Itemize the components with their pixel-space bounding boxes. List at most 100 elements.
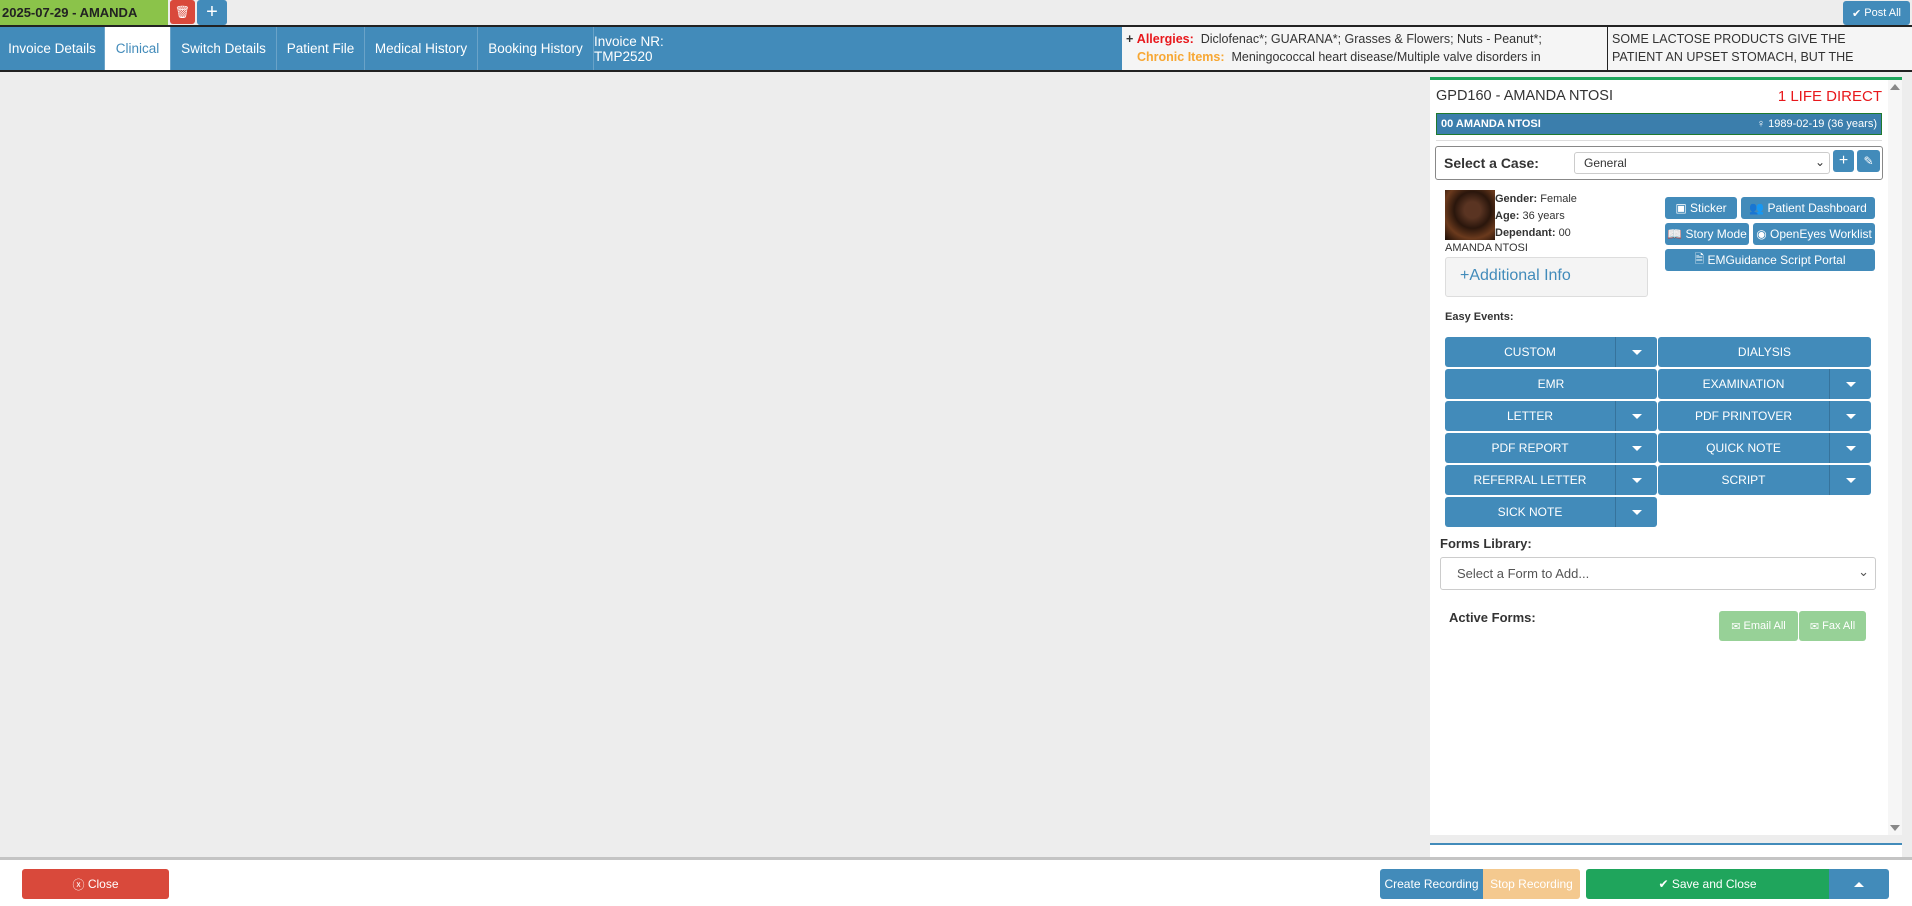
eye-icon: ◉ (1756, 227, 1770, 241)
case-label: Select a Case: (1444, 155, 1539, 171)
easy-event-label: PDF PRINTOVER (1694, 409, 1793, 423)
easy-event-examination[interactable]: EXAMINATION (1658, 369, 1871, 399)
easy-event-label: SCRIPT (1721, 473, 1766, 487)
stop-recording-button[interactable]: Stop Recording (1483, 869, 1580, 899)
email-all-label: Email All (1743, 620, 1786, 632)
emguidance-button[interactable]: 🗎 EMGuidance Script Portal (1665, 249, 1875, 271)
additional-info-label: Additional Info (1469, 267, 1571, 284)
caret-down-icon[interactable] (1829, 433, 1871, 463)
tab-booking-history[interactable]: Booking History (478, 27, 594, 70)
easy-event-quick-note[interactable]: QUICK NOTE (1658, 433, 1871, 463)
patient-title: GPD160 - AMANDA NTOSI (1436, 88, 1614, 104)
file-icon: 🗎 (1694, 251, 1708, 266)
openeyes-label: OpenEyes Worklist (1770, 227, 1872, 241)
case-selector: Select a Case: General ⌄ + ✎ (1435, 146, 1883, 180)
trash-icon: 🗑 (174, 5, 191, 19)
patient-dashboard-button[interactable]: 👥 Patient Dashboard (1741, 197, 1875, 219)
scrollbar[interactable] (1888, 80, 1902, 835)
easy-event-referral-letter[interactable]: REFERRAL LETTER (1445, 465, 1657, 495)
save-options-toggle[interactable] (1829, 869, 1889, 899)
scroll-up-icon[interactable] (1890, 84, 1900, 90)
add-session-button[interactable]: + (197, 0, 227, 25)
case-value: General (1584, 156, 1627, 170)
case-select[interactable]: General ⌄ (1574, 152, 1830, 174)
expand-alerts-icon[interactable]: + (1126, 32, 1133, 46)
story-mode-button[interactable]: 📖 Story Mode (1665, 223, 1749, 245)
edit-case-button[interactable]: ✎ (1857, 150, 1880, 172)
easy-events-label: Easy Events: (1445, 311, 1514, 323)
caret-down-icon[interactable] (1615, 337, 1657, 367)
easy-event-custom[interactable]: CUSTOM (1445, 337, 1657, 367)
caret-down-icon[interactable] (1829, 465, 1871, 495)
create-recording-button[interactable]: Create Recording (1380, 869, 1483, 899)
scheme-name: 1 LIFE DIRECT (1777, 88, 1882, 105)
tab-switch-details[interactable]: Switch Details (171, 27, 277, 70)
post-all-label: Post All (1864, 7, 1901, 19)
easy-event-label: SICK NOTE (1497, 505, 1563, 519)
email-all-button[interactable]: ✉ Email All (1719, 611, 1798, 641)
caret-down-icon[interactable] (1829, 401, 1871, 431)
easy-event-label: CUSTOM (1504, 345, 1556, 359)
active-forms-label: Active Forms: (1449, 610, 1536, 625)
session-tab[interactable]: 2025-07-29 - AMANDA (0, 0, 168, 25)
caret-down-icon[interactable] (1615, 497, 1657, 527)
avatar (1445, 190, 1495, 240)
fax-all-button[interactable]: ✉ Fax All (1799, 611, 1866, 641)
users-icon: 👥 (1749, 201, 1768, 215)
patient-dob: 1989-02-19 (36 years) (1768, 118, 1877, 130)
close-label: Close (87, 877, 119, 891)
easy-event-dialysis[interactable]: DIALYSIS (1658, 337, 1871, 367)
tab-invoice-details[interactable]: Invoice Details (0, 27, 105, 70)
check-circle-icon: ✔ (1852, 7, 1862, 20)
forms-library-label: Forms Library: (1440, 536, 1532, 551)
note-line: PATIENT AN UPSET STOMACH, BUT THE (1612, 50, 1854, 64)
easy-event-emr[interactable]: EMR (1445, 369, 1657, 399)
sticker-button[interactable]: ▣ Sticker (1665, 197, 1737, 219)
easy-event-pdf-report[interactable]: PDF REPORT (1445, 433, 1657, 463)
patient-bar: 00 AMANDA NTOSI ♀ 1989-02-19 (36 years) (1436, 113, 1882, 135)
create-recording-label: Create Recording (1384, 877, 1479, 891)
form-select[interactable]: Select a Form to Add... ⌄ (1440, 557, 1876, 590)
save-and-close-button[interactable]: ✔ Save and Close (1586, 869, 1829, 899)
envelope-icon: ✉ (1731, 620, 1744, 633)
openeyes-worklist-button[interactable]: ◉ OpenEyes Worklist (1753, 223, 1875, 245)
dependant-label: Dependant: (1495, 227, 1556, 239)
allergies-value: Diclofenac*; GUARANA*; Grasses & Flowers… (1200, 32, 1542, 46)
add-case-button[interactable]: + (1833, 150, 1854, 172)
allergies-label: Allergies: (1136, 32, 1194, 46)
easy-event-letter[interactable]: LETTER (1445, 401, 1657, 431)
scroll-down-icon[interactable] (1890, 825, 1900, 831)
close-button[interactable]: ⓧ Close (22, 869, 169, 899)
tab-patient-file[interactable]: Patient File (277, 27, 365, 70)
tab-clinical[interactable]: Clinical (105, 27, 171, 70)
envelope-icon: ✉ (1809, 620, 1823, 633)
delete-session-button[interactable]: 🗑 (170, 0, 195, 24)
caret-up-icon (1854, 881, 1864, 887)
chronic-label: Chronic Items: (1137, 50, 1225, 64)
additional-info-toggle[interactable]: +Additional Info (1445, 257, 1648, 297)
dependant-value: 00 (1558, 227, 1571, 239)
save-close-label: Save and Close (1671, 877, 1757, 891)
gender-label: Gender: (1495, 193, 1538, 205)
age-value: 36 years (1522, 210, 1565, 222)
plus-icon: + (206, 1, 218, 23)
post-all-button[interactable]: ✔ Post All (1843, 1, 1910, 25)
chevron-down-icon: ⌄ (1814, 155, 1825, 169)
caret-down-icon[interactable] (1615, 465, 1657, 495)
plus-icon: + (1838, 152, 1849, 169)
story-label: Story Mode (1685, 227, 1747, 241)
patient-panel: GPD160 - AMANDA NTOSI 1 LIFE DIRECT 00 A… (1430, 77, 1902, 835)
easy-event-label: PDF REPORT (1491, 441, 1569, 455)
alerts-box[interactable]: + Allergies: Diclofenac*; GUARANA*; Gras… (1122, 27, 1607, 70)
dashboard-label: Patient Dashboard (1767, 201, 1867, 215)
caret-down-icon[interactable] (1829, 369, 1871, 399)
tab-medical-history[interactable]: Medical History (365, 27, 478, 70)
easy-event-sick-note[interactable]: SICK NOTE (1445, 497, 1657, 527)
caret-down-icon[interactable] (1615, 433, 1657, 463)
caret-down-icon[interactable] (1615, 401, 1657, 431)
edit-icon: ✎ (1863, 154, 1874, 168)
nav-tabs: Invoice Details Clinical Switch Details … (0, 25, 1912, 72)
easy-event-pdf-printover[interactable]: PDF PRINTOVER (1658, 401, 1871, 431)
easy-event-script[interactable]: SCRIPT (1658, 465, 1871, 495)
secondary-panel (1430, 843, 1902, 857)
